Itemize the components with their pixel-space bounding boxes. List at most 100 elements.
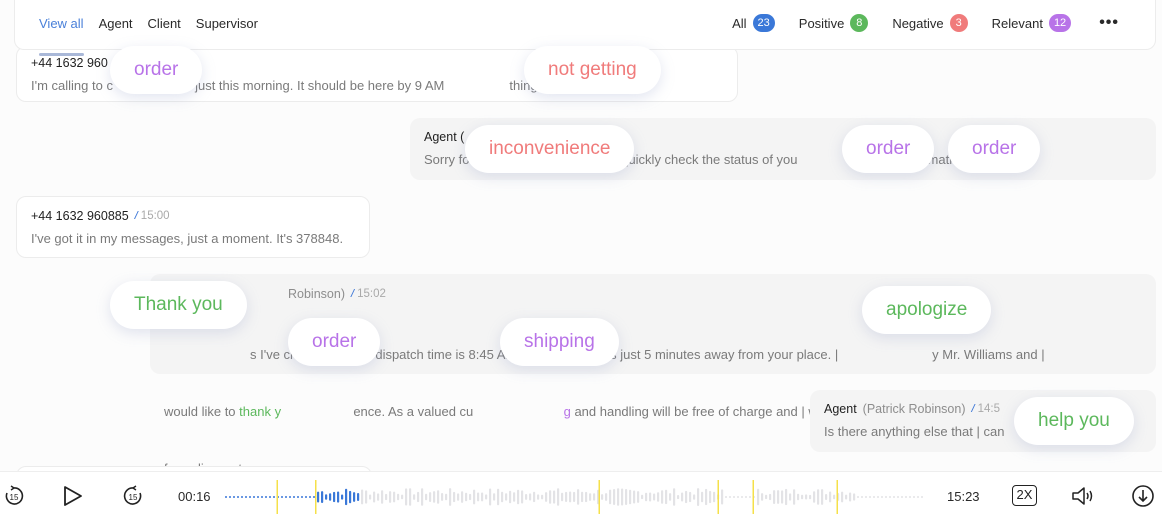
forward-15-button[interactable]: 15 xyxy=(121,484,145,513)
call-transcript-view: View all Agent Client Supervisor All 23 … xyxy=(0,0,1162,520)
waveform-bar xyxy=(337,491,340,503)
keyword-pill-relevant[interactable]: order xyxy=(110,46,203,94)
waveform-bar xyxy=(237,496,239,498)
keyword-pill-positive[interactable]: Thank you xyxy=(110,281,247,329)
more-horizontal-icon[interactable]: ••• xyxy=(1099,14,1119,32)
waveform-bar xyxy=(289,496,291,498)
waveform-bar xyxy=(733,496,735,498)
highlight-relevant[interactable]: g xyxy=(564,404,571,419)
keyword-pill-relevant[interactable]: order xyxy=(948,125,1041,173)
keyword-pill-relevant[interactable]: shipping xyxy=(500,318,619,366)
waveform-bar xyxy=(865,496,867,498)
filter-all[interactable]: All 23 xyxy=(732,14,775,32)
filter-relevant[interactable]: Relevant 12 xyxy=(992,14,1072,32)
waveform-scrubber[interactable] xyxy=(224,478,924,516)
waveform-bar xyxy=(697,488,700,506)
filter-negative[interactable]: Negative 3 xyxy=(892,14,968,32)
waveform-bar xyxy=(729,496,731,498)
waveform-bar xyxy=(673,488,676,506)
waveform-bar xyxy=(649,492,652,502)
waveform-bar xyxy=(501,491,504,503)
waveform-bar xyxy=(229,496,231,498)
keyword-marker[interactable] xyxy=(717,480,720,514)
waveform-bar xyxy=(305,496,307,498)
waveform-bar xyxy=(745,496,747,498)
filter-positive[interactable]: Positive 8 xyxy=(799,14,869,32)
waveform-bar xyxy=(505,493,508,501)
keyword-marker[interactable] xyxy=(598,480,601,514)
waveform-bar xyxy=(589,493,592,501)
waveform-bar xyxy=(601,494,604,500)
waveform-bar xyxy=(393,491,396,503)
tab-agent[interactable]: Agent xyxy=(99,16,133,31)
transcript-message-client: +44 1632 960885 // 15:00 I've got it in … xyxy=(16,196,370,258)
waveform-bar xyxy=(877,496,879,498)
keyword-pill-relevant[interactable]: order xyxy=(842,125,935,173)
download-button[interactable] xyxy=(1131,484,1155,513)
rewind-15-button[interactable]: 15 xyxy=(2,484,26,513)
waveform-bar xyxy=(429,492,432,502)
waveform-bar xyxy=(585,491,588,503)
waveform-bar xyxy=(329,493,332,501)
waveform-bar xyxy=(825,494,828,500)
waveform-bar xyxy=(661,490,664,504)
waveform-bar xyxy=(705,488,708,506)
forward-15-icon: 15 xyxy=(123,485,142,505)
waveform-bar xyxy=(457,493,460,501)
waveform-bar xyxy=(361,489,364,505)
transcript-filter-bar: View all Agent Client Supervisor All 23 … xyxy=(14,0,1156,56)
tab-client[interactable]: Client xyxy=(148,16,181,31)
waveform-bar xyxy=(373,491,376,503)
waveform-bar xyxy=(385,493,388,501)
keyword-marker[interactable] xyxy=(276,480,279,514)
waveform-bar xyxy=(641,494,644,500)
waveform-bar xyxy=(561,492,564,502)
waveform-bar xyxy=(869,496,871,498)
keyword-marker[interactable] xyxy=(836,480,839,514)
highlight-positive[interactable]: thank y xyxy=(239,404,281,419)
waveform-bar xyxy=(801,494,804,500)
waveform-bar xyxy=(253,496,255,498)
filter-negative-count-badge: 3 xyxy=(949,14,968,32)
waveform-bar xyxy=(677,495,680,500)
keyword-pill-positive[interactable]: help you xyxy=(1014,397,1134,445)
waveform-bar xyxy=(761,493,764,501)
waveform-bar xyxy=(509,490,512,504)
waveform-bar xyxy=(485,494,488,500)
waveform-bar xyxy=(453,491,456,503)
waveform-bar xyxy=(445,493,448,501)
waveform-bar xyxy=(449,488,452,506)
waveform-bar xyxy=(513,492,516,502)
sentiment-filters: All 23 Positive 8 Negative 3 Relevant 12… xyxy=(732,14,1119,32)
waveform-bar xyxy=(317,491,320,503)
tab-supervisor[interactable]: Supervisor xyxy=(196,16,258,31)
volume-button[interactable] xyxy=(1070,484,1098,513)
waveform-bar xyxy=(645,492,648,502)
keyword-pill-negative[interactable]: inconvenience xyxy=(465,125,635,173)
waveform-bar xyxy=(817,489,820,505)
keyword-marker[interactable] xyxy=(315,480,317,514)
keyword-pill-positive[interactable]: apologize xyxy=(862,286,992,334)
waveform-bar xyxy=(713,491,716,503)
waveform-bar xyxy=(309,496,311,498)
waveform-bar xyxy=(441,493,444,501)
keyword-pill-negative[interactable]: not getting xyxy=(524,46,661,94)
tab-view-all[interactable]: View all xyxy=(39,16,84,56)
waveform-bar xyxy=(917,496,919,498)
filter-relevant-label: Relevant xyxy=(991,15,1043,31)
keyword-marker[interactable] xyxy=(752,480,755,514)
waveform-bar xyxy=(921,496,923,498)
playback-speed-button[interactable]: 2X xyxy=(1012,485,1037,506)
waveform-bar xyxy=(493,493,496,501)
waveform-bar xyxy=(425,493,428,501)
keyword-pill-relevant[interactable]: order xyxy=(288,318,381,366)
waveform-bar xyxy=(461,491,464,503)
waveform-bar xyxy=(861,496,863,498)
play-button[interactable] xyxy=(62,484,84,513)
total-time: 15:23 xyxy=(947,489,980,504)
filter-positive-label: Positive xyxy=(798,15,845,31)
waveform-bar xyxy=(405,488,408,506)
waveform-bar xyxy=(333,491,336,503)
waveform-bar xyxy=(257,496,259,498)
waveform-bar xyxy=(741,496,743,498)
